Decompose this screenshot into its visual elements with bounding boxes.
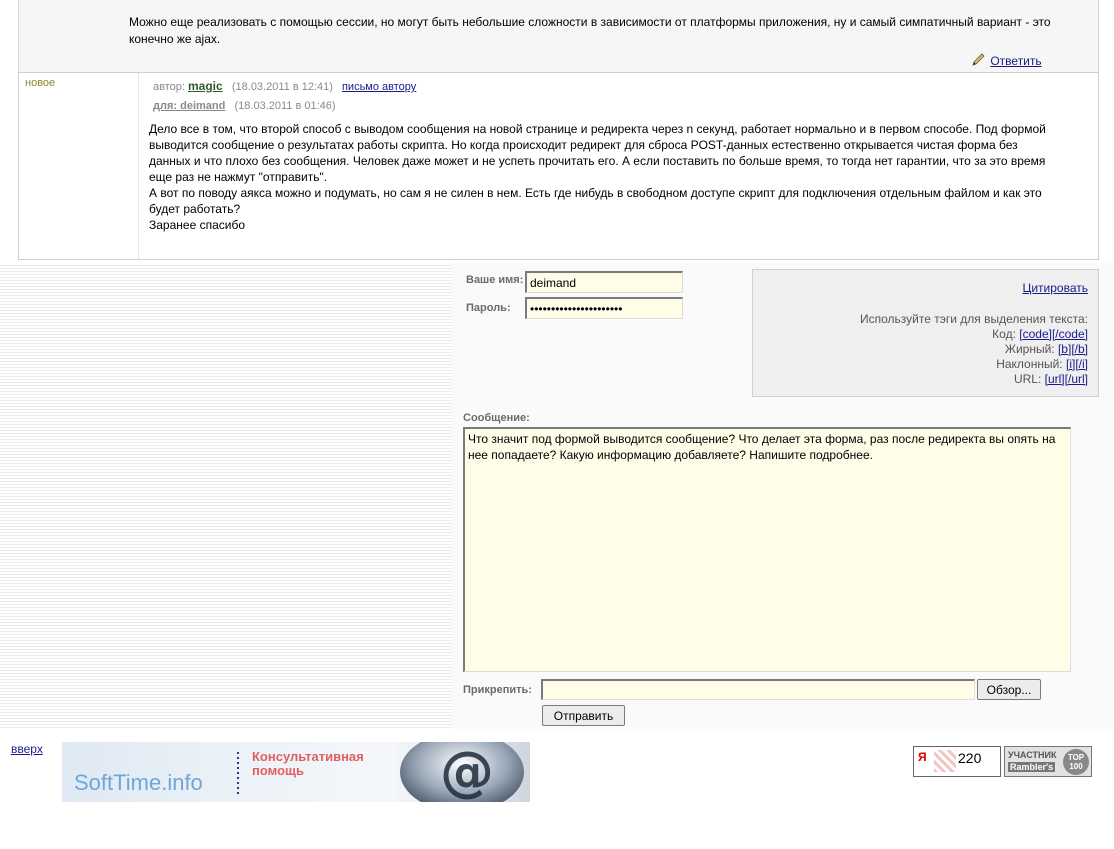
recipient-time: (18.03.2011 в 01:46) <box>234 100 336 112</box>
at-sign-icon: @ <box>400 742 524 802</box>
forum-post: новое автор: magic (18.03.2011 в 12:41) … <box>18 72 1099 260</box>
post-author-line: автор: magic (18.03.2011 в 12:41) письмо… <box>153 79 416 93</box>
password-input[interactable] <box>525 297 683 319</box>
name-label: Ваше имя: <box>466 274 524 286</box>
tag-row-code: Код: [code][/code] <box>992 327 1088 341</box>
tag-italic-link[interactable]: [i][/i] <box>1066 357 1088 371</box>
banner-line-2: помощь <box>252 763 304 778</box>
author-link[interactable]: magic <box>188 79 223 93</box>
counter1-logo: Я <box>918 750 927 764</box>
previous-post: Можно еще реализовать с помощью сессии, … <box>18 0 1099 72</box>
new-badge: новое <box>25 77 56 89</box>
post-paragraph: А вот по поводу аякса можно и подумать, … <box>149 186 1042 216</box>
tags-help-box: Цитировать Используйте тэги для выделени… <box>752 269 1099 397</box>
banner-site-name: SoftTime.info <box>74 770 203 795</box>
message-label: Сообщение: <box>463 412 530 424</box>
post-body: Дело все в том, что второй способ с выво… <box>149 121 1049 233</box>
tag-url-link[interactable]: [url][/url] <box>1045 372 1088 386</box>
author-time: (18.03.2011 в 12:41) <box>231 81 333 93</box>
top100-badge: TOP 100 <box>1063 749 1089 775</box>
counter1-pattern <box>934 750 956 772</box>
scroll-top-link[interactable]: вверх <box>11 742 43 756</box>
counter1-value: 220 <box>958 750 982 766</box>
attach-label: Прикрепить: <box>463 684 532 696</box>
send-button[interactable]: Отправить <box>542 705 625 726</box>
previous-post-text: Можно еще реализовать с помощью сессии, … <box>129 15 1051 46</box>
message-textarea[interactable]: Что значит под формой выводится сообщени… <box>463 427 1071 672</box>
rambler-top100-counter[interactable]: УЧАСТНИК Rambler's TOP 100 <box>1004 746 1092 777</box>
quote-link[interactable]: Цитировать <box>1022 281 1088 295</box>
attach-file-input[interactable] <box>541 679 975 700</box>
yandex-counter[interactable]: Я 220 <box>913 746 1001 777</box>
tag-bold-link[interactable]: [b][/b] <box>1058 342 1088 356</box>
tag-row-url: URL: [url][/url] <box>1013 372 1088 386</box>
banner-separator <box>237 752 239 794</box>
banner-line-1: Консультативная <box>252 749 364 764</box>
recipient-link[interactable]: для: deimand <box>153 100 225 112</box>
tag-row-italic: Наклонный: [i][/i] <box>996 357 1088 371</box>
post-paragraph: Дело все в том, что второй способ с выво… <box>149 122 1046 184</box>
post-divider <box>138 73 139 259</box>
softtime-banner[interactable]: SoftTime.info Консультативная помощь @ <box>62 742 530 802</box>
tag-row-bold: Жирный: [b][/b] <box>1004 342 1088 356</box>
counter2-line-1: УЧАСТНИК <box>1008 750 1057 760</box>
password-label: Пароль: <box>466 302 511 314</box>
counter2-line-2: Rambler's <box>1008 762 1056 772</box>
mail-author-link[interactable]: письмо автору <box>342 81 416 93</box>
author-prefix: автор: <box>153 81 185 93</box>
post-recipient-line: для: deimand (18.03.2011 в 01:46) <box>153 100 336 112</box>
reply-link[interactable]: Ответить <box>990 54 1041 68</box>
post-paragraph: Заранее спасибо <box>149 218 245 232</box>
tags-hint: Используйте тэги для выделения текста: <box>860 312 1088 326</box>
browse-button[interactable]: Обзор... <box>977 679 1041 700</box>
striped-background <box>0 263 452 729</box>
name-input[interactable] <box>525 271 683 293</box>
pencil-icon <box>972 53 985 66</box>
svg-text:@: @ <box>440 742 494 802</box>
tag-code-link[interactable]: [code][/code] <box>1019 327 1088 341</box>
reply-link-wrap[interactable]: Ответить <box>971 53 1042 68</box>
